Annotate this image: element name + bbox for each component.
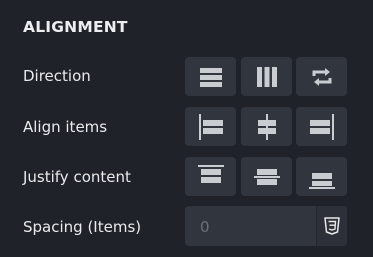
align-center-icon: [257, 113, 276, 140]
direction-reverse-button[interactable]: [296, 57, 347, 96]
section-title: ALIGNMENT: [23, 18, 128, 36]
align-center-button[interactable]: [241, 107, 292, 146]
spacing-field: [185, 206, 347, 248]
direction-column-icon: [199, 67, 222, 87]
direction-row-icon: [256, 66, 277, 87]
css3-icon: [324, 217, 340, 235]
align-end-icon: [309, 113, 334, 140]
justify-start-button[interactable]: [185, 157, 236, 196]
justify-end-icon: [308, 172, 335, 189]
align-start-button[interactable]: [185, 107, 236, 146]
justify-start-icon: [197, 164, 224, 183]
unit-button[interactable]: [316, 206, 347, 246]
direction-label: Direction: [23, 67, 91, 85]
justify-content-label: Justify content: [23, 168, 131, 186]
spacing-input[interactable]: [185, 206, 332, 248]
spacing-label: Spacing (Items): [23, 218, 142, 236]
justify-center-icon: [253, 168, 280, 185]
direction-row-button[interactable]: [241, 57, 292, 96]
justify-end-button[interactable]: [296, 157, 347, 196]
direction-reverse-icon: [312, 67, 331, 86]
align-items-label: Align items: [23, 118, 108, 136]
direction-column-button[interactable]: [185, 57, 236, 96]
align-end-button[interactable]: [296, 107, 347, 146]
align-start-icon: [198, 113, 223, 140]
justify-center-button[interactable]: [241, 157, 292, 196]
